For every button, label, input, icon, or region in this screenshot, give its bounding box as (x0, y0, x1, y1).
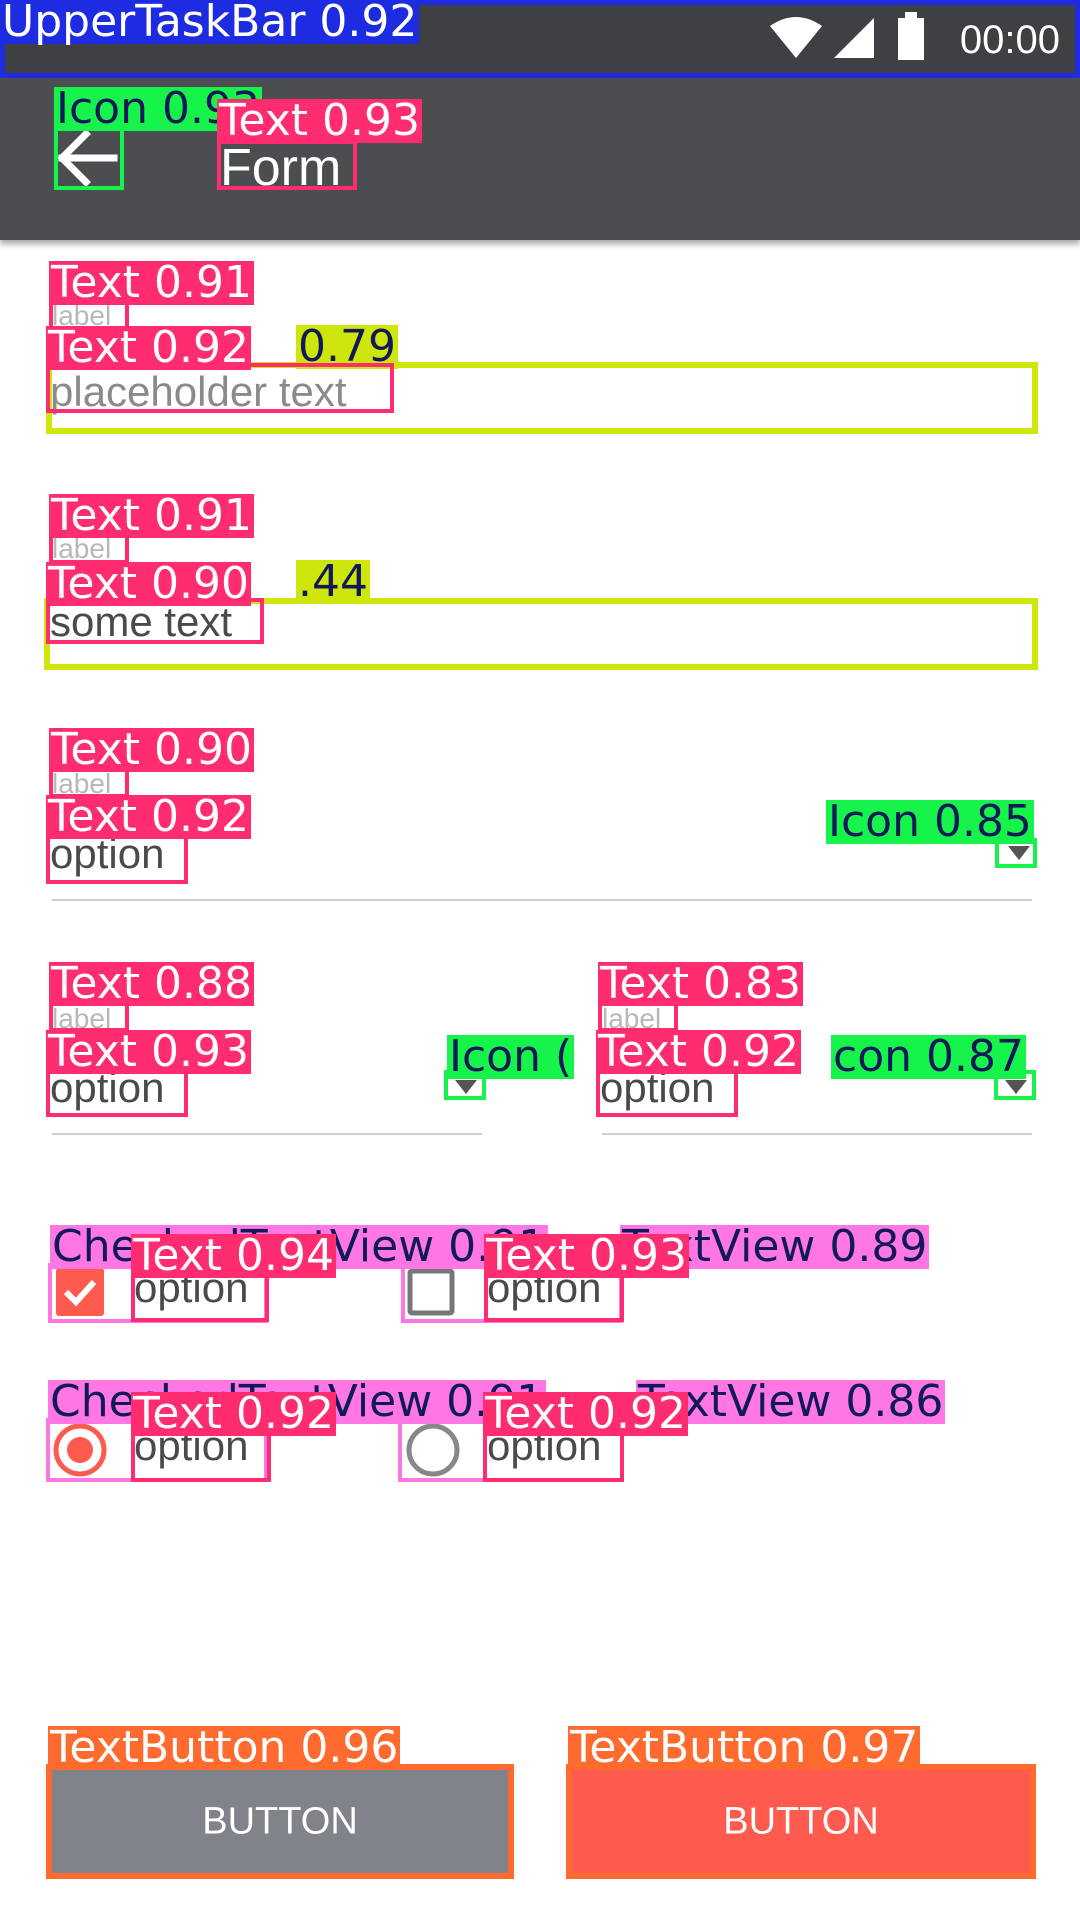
divider (52, 899, 1032, 901)
overlay-label-button: TextButton 0.96 (48, 1722, 401, 1773)
overlay-label-text: Text 0.92 (131, 1388, 336, 1439)
overlay-label-text: Text 0.90 (46, 558, 251, 609)
overlay-label-icon: con 0.87 (831, 1031, 1026, 1082)
overlay-label-text: Text 0.93 (46, 1026, 251, 1077)
overlay-label-taskbar: UpperTaskBar 0.92 (0, 0, 420, 47)
overlay-label-title: Text 0.93 (217, 95, 422, 146)
overlay-label-button: TextButton 0.97 (568, 1722, 921, 1773)
overlay-label-text: Text 0.92 (596, 1026, 801, 1077)
overlay-label-text: Text 0.92 (46, 791, 251, 842)
overlay-label-text: Text 0.92 (483, 1388, 688, 1439)
overlay-box-button (566, 1764, 1036, 1879)
overlay-box-button (46, 1764, 514, 1879)
overlay-label-text: Text 0.88 (49, 958, 254, 1009)
overlay-label-text: Text 0.90 (49, 724, 254, 775)
overlay-label-text: Text 0.93 (484, 1230, 689, 1281)
overlay-label-text: Text 0.91 (49, 490, 254, 541)
overlay-label-text: Text 0.92 (46, 322, 251, 373)
overlay-label-icon: Icon 0.85 (826, 796, 1034, 847)
overlay-label-text: Text 0.94 (131, 1230, 336, 1281)
overlay-label-text: Text 0.83 (598, 958, 803, 1009)
overlay-box-title (217, 140, 357, 190)
overlay-label-text: Text 0.91 (49, 257, 254, 308)
overlay-label-icon: Icon ( (447, 1031, 575, 1082)
divider (52, 1133, 482, 1135)
overlay-label-input: .44 (296, 556, 370, 607)
divider (602, 1133, 1032, 1135)
